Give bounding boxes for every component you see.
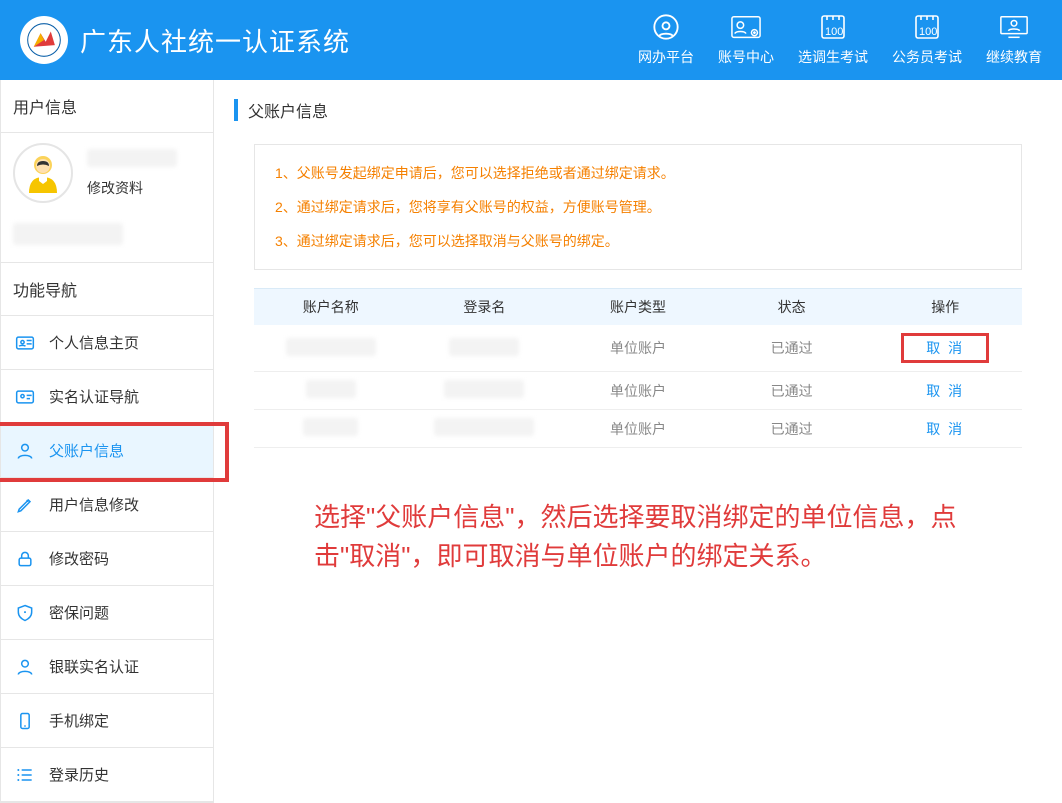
sidebar-item-parent-account[interactable]: 父账户信息 (1, 424, 213, 478)
cell-status: 已通过 (715, 372, 869, 410)
parent-account-table: 账户名称 登录名 账户类型 状态 操作 单位账户 已通过 取 消 (254, 288, 1022, 448)
notice-line: 2、通过绑定请求后，您将享有父账号的权益，方便账号管理。 (275, 197, 1001, 217)
sidebar-item-security-q[interactable]: 密保问题 (1, 586, 213, 640)
brand: 广东人社统一认证系统 (20, 16, 350, 64)
svg-text:100: 100 (825, 26, 843, 38)
brand-title: 广东人社统一认证系统 (80, 22, 350, 59)
account-card-icon (730, 13, 762, 41)
cell-status: 已通过 (715, 325, 869, 372)
sidebar-item-label: 实名认证导航 (49, 386, 139, 407)
cell-operation: 取 消 (868, 410, 1022, 448)
profile-block: 修改资料 (1, 133, 213, 223)
top-nav: 网办平台 账号中心 100 选调生考试 100 公 (638, 13, 1042, 67)
person-outline-icon (15, 657, 35, 677)
top-nav-label: 选调生考试 (798, 47, 868, 67)
main-content: 父账户信息 1、父账号发起绑定申请后，您可以选择拒绝或者通过绑定请求。 2、通过… (214, 80, 1062, 803)
cancel-link[interactable]: 取 消 (926, 421, 964, 437)
notice-box: 1、父账号发起绑定申请后，您可以选择拒绝或者通过绑定请求。 2、通过绑定请求后，… (254, 144, 1022, 270)
exam-paper-icon: 100 (817, 13, 849, 41)
col-account-type: 账户类型 (561, 289, 715, 326)
cell-login-name (408, 410, 562, 448)
top-nav-portal[interactable]: 网办平台 (638, 13, 694, 67)
sidebar-item-label: 修改密码 (49, 548, 109, 569)
pencil-icon (15, 495, 35, 515)
shield-icon (15, 603, 35, 623)
avatar (13, 143, 73, 203)
brand-logo-icon (20, 16, 68, 64)
top-nav-label: 账号中心 (718, 47, 774, 67)
col-login-name: 登录名 (408, 289, 562, 326)
cell-status: 已通过 (715, 410, 869, 448)
cancel-link[interactable]: 取 消 (926, 340, 964, 356)
sidebar-item-label: 用户信息修改 (49, 494, 139, 515)
col-account-name: 账户名称 (254, 289, 408, 326)
id-card-icon (15, 387, 35, 407)
sidebar-item-label: 登录历史 (49, 764, 109, 785)
cell-account-type: 单位账户 (561, 325, 715, 372)
cell-account-type: 单位账户 (561, 410, 715, 448)
top-nav-account-center[interactable]: 账号中心 (718, 13, 774, 67)
notice-line: 3、通过绑定请求后，您可以选择取消与父账号的绑定。 (275, 231, 1001, 251)
sidebar-item-label: 手机绑定 (49, 710, 109, 731)
sidebar-item-home[interactable]: 个人信息主页 (1, 316, 213, 370)
portal-icon (650, 13, 682, 41)
sidebar-section-user-info: 用户信息 (1, 80, 213, 133)
cell-account-type: 单位账户 (561, 372, 715, 410)
sidebar: 用户信息 修改资料 (0, 80, 214, 803)
cancel-link[interactable]: 取 消 (926, 383, 964, 399)
sidebar-item-password[interactable]: 修改密码 (1, 532, 213, 586)
profile-name-hidden (87, 149, 177, 167)
phone-icon (15, 711, 35, 731)
cell-login-name (408, 372, 562, 410)
col-operation: 操作 (868, 289, 1022, 326)
sidebar-item-realname-guide[interactable]: 实名认证导航 (1, 370, 213, 424)
person-icon (15, 441, 35, 461)
svg-text:100: 100 (919, 26, 937, 38)
table-row: 单位账户 已通过 取 消 (254, 372, 1022, 410)
monitor-person-icon (998, 13, 1030, 41)
sidebar-item-user-edit[interactable]: 用户信息修改 (1, 478, 213, 532)
cell-account-name (254, 410, 408, 448)
cell-login-name (408, 325, 562, 372)
sidebar-section-func-nav: 功能导航 (1, 263, 213, 316)
exam-paper-icon: 100 (911, 13, 943, 41)
sidebar-item-login-history[interactable]: 登录历史 (1, 748, 213, 802)
cell-operation: 取 消 (868, 325, 1022, 372)
sidebar-item-unionpay-real[interactable]: 银联实名认证 (1, 640, 213, 694)
lock-icon (15, 549, 35, 569)
page-heading: 父账户信息 (234, 98, 1042, 122)
cell-account-name (254, 325, 408, 372)
cell-operation: 取 消 (868, 372, 1022, 410)
sidebar-item-label: 父账户信息 (49, 440, 124, 461)
top-nav-label: 公务员考试 (892, 47, 962, 67)
top-nav-label: 继续教育 (986, 47, 1042, 67)
page-title: 父账户信息 (248, 98, 328, 122)
cell-account-name (254, 372, 408, 410)
heading-accent-bar (234, 99, 238, 121)
notice-line: 1、父账号发起绑定申请后，您可以选择拒绝或者通过绑定请求。 (275, 163, 1001, 183)
table-row: 单位账户 已通过 取 消 (254, 325, 1022, 372)
list-icon (15, 765, 35, 785)
sidebar-item-label: 银联实名认证 (49, 656, 139, 677)
top-nav-exam-xds[interactable]: 100 选调生考试 (798, 13, 868, 67)
top-nav-edu[interactable]: 继续教育 (986, 13, 1042, 67)
sidebar-item-label: 密保问题 (49, 602, 109, 623)
sidebar-item-label: 个人信息主页 (49, 332, 139, 353)
profile-extra-hidden (13, 223, 123, 245)
edit-profile-link[interactable]: 修改资料 (87, 178, 177, 198)
table-header-row: 账户名称 登录名 账户类型 状态 操作 (254, 289, 1022, 326)
table-row: 单位账户 已通过 取 消 (254, 410, 1022, 448)
annotation-text: 选择"父账户信息"，然后选择要取消绑定的单位信息，点击"取消"，即可取消与单位账… (314, 498, 962, 576)
top-nav-exam-gwy[interactable]: 100 公务员考试 (892, 13, 962, 67)
top-bar: 广东人社统一认证系统 网办平台 账号中心 100 (0, 0, 1062, 80)
col-status: 状态 (715, 289, 869, 326)
top-nav-label: 网办平台 (638, 47, 694, 67)
sidebar-item-mobile-bind[interactable]: 手机绑定 (1, 694, 213, 748)
id-card-icon (15, 333, 35, 353)
